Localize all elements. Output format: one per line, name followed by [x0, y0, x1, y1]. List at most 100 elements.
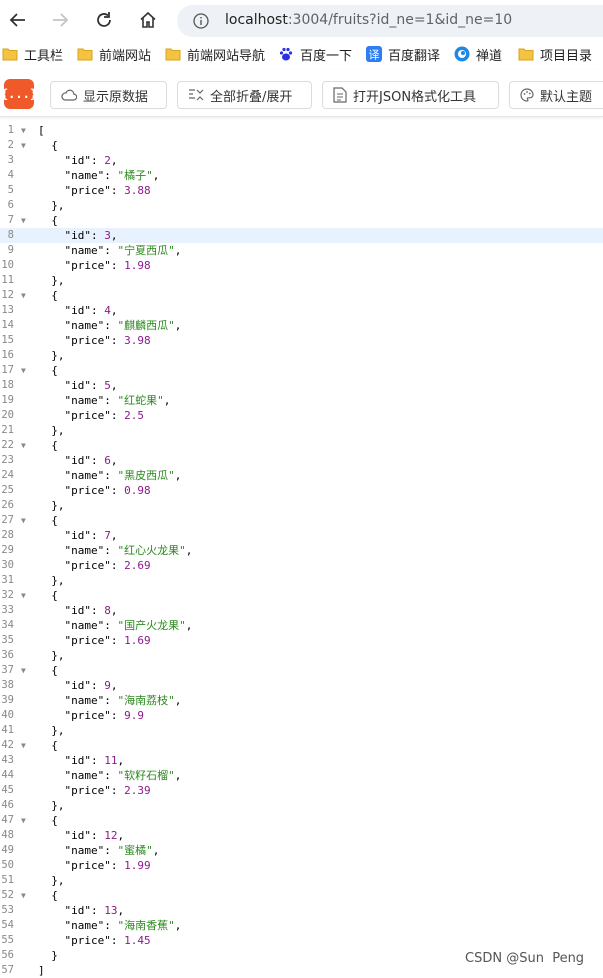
code-line[interactable]: 15 "price": 3.98: [0, 333, 603, 348]
code-line[interactable]: 51 },: [0, 873, 603, 888]
bookmark-frontend-sites[interactable]: 前端网站: [77, 44, 151, 64]
fold-toggle-icon[interactable]: ▼: [21, 288, 26, 303]
code-line[interactable]: 50 "price": 1.99: [0, 858, 603, 873]
code-line[interactable]: 13 "id": 4,: [0, 303, 603, 318]
fold-toggle-icon[interactable]: ▼: [21, 813, 26, 828]
code-line[interactable]: 10 "price": 1.98: [0, 258, 603, 273]
json-key: "name": [38, 394, 105, 407]
code-line[interactable]: 24 "name": "黑皮西瓜",: [0, 468, 603, 483]
bookmark-baidu[interactable]: 百度一下: [278, 44, 352, 64]
fold-toggle-icon[interactable]: ▼: [21, 738, 26, 753]
code-line[interactable]: 8 "id": 3,: [0, 228, 603, 243]
code-line[interactable]: 14 "name": "麒麟西瓜",: [0, 318, 603, 333]
code-line[interactable]: 7 ▼ {: [0, 213, 603, 228]
bookmark-toolbar[interactable]: 工具栏: [2, 44, 63, 64]
code-line[interactable]: 35 "price": 1.69: [0, 633, 603, 648]
code-text: {: [38, 813, 58, 828]
code-line[interactable]: 28 "id": 7,: [0, 528, 603, 543]
code-line[interactable]: 20 "price": 2.5: [0, 408, 603, 423]
code-line[interactable]: 55 "price": 1.45: [0, 933, 603, 948]
code-text: "name": "红蛇果",: [38, 393, 170, 408]
json-punct: ,: [110, 154, 118, 167]
back-button[interactable]: [4, 6, 32, 34]
fold-toggle-icon[interactable]: ▼: [21, 138, 26, 153]
code-line[interactable]: 26 },: [0, 498, 603, 513]
fold-toggle-icon[interactable]: ▼: [21, 513, 26, 528]
code-line[interactable]: 25 "price": 0.98: [0, 483, 603, 498]
fold-toggle-icon[interactable]: ▼: [21, 363, 26, 378]
code-line[interactable]: 40 "price": 9.9: [0, 708, 603, 723]
fold-toggle-icon[interactable]: ▼: [21, 888, 26, 903]
code-line[interactable]: 47 ▼ {: [0, 813, 603, 828]
code-line[interactable]: 42 ▼ {: [0, 738, 603, 753]
code-line[interactable]: 19 "name": "红蛇果",: [0, 393, 603, 408]
code-line[interactable]: 37 ▼ {: [0, 663, 603, 678]
fold-toggle-icon[interactable]: ▼: [21, 123, 26, 138]
code-line[interactable]: 5 "price": 3.88: [0, 183, 603, 198]
code-line[interactable]: 1 ▼ [: [0, 123, 603, 138]
open-json-formatter-button[interactable]: 打开JSON格式化工具: [322, 81, 499, 109]
fold-toggle-icon[interactable]: ▼: [21, 213, 26, 228]
home-button[interactable]: [134, 6, 162, 34]
theme-select-button[interactable]: 默认主题: [509, 81, 603, 109]
fold-toggle-icon[interactable]: ▼: [21, 663, 26, 678]
code-line[interactable]: 17 ▼ {: [0, 363, 603, 378]
code-line[interactable]: 44 "name": "软籽石榴",: [0, 768, 603, 783]
code-line[interactable]: 3 "id": 2,: [0, 153, 603, 168]
code-line[interactable]: 6 },: [0, 198, 603, 213]
code-line[interactable]: 49 "name": "蜜橘",: [0, 843, 603, 858]
line-number: 9: [7, 244, 14, 256]
code-line[interactable]: 53 "id": 13,: [0, 903, 603, 918]
code-line[interactable]: 21 },: [0, 423, 603, 438]
bookmark-frontend-nav[interactable]: 前端网站导航: [165, 44, 265, 64]
forward-button[interactable]: [46, 6, 74, 34]
json-punct: },: [38, 274, 65, 287]
code-line[interactable]: 16 },: [0, 348, 603, 363]
code-line[interactable]: 39 "name": "海南荔枝",: [0, 693, 603, 708]
bookmark-label: 项目目录: [540, 48, 593, 64]
json-number-value: 3.88: [124, 184, 151, 197]
line-number: 2: [7, 139, 14, 151]
translate-icon: 译: [366, 46, 382, 62]
info-icon[interactable]: [193, 13, 209, 29]
code-line[interactable]: 27 ▼ {: [0, 513, 603, 528]
address-bar[interactable]: localhost:3004/fruits?id_ne=1&id_ne=10: [177, 5, 603, 37]
url-text[interactable]: localhost:3004/fruits?id_ne=1&id_ne=10: [225, 12, 512, 28]
code-line[interactable]: 23 "id": 6,: [0, 453, 603, 468]
theme-select-label: 默认主题: [540, 89, 593, 105]
code-text: "id": 4,: [38, 303, 117, 318]
code-line[interactable]: 29 "name": "红心火龙果",: [0, 543, 603, 558]
code-line[interactable]: 2 ▼ {: [0, 138, 603, 153]
code-line[interactable]: 18 "id": 5,: [0, 378, 603, 393]
code-line[interactable]: 45 "price": 2.39: [0, 783, 603, 798]
fold-toggle-icon[interactable]: ▼: [21, 588, 26, 603]
code-line[interactable]: 12 ▼ {: [0, 288, 603, 303]
show-raw-data-button[interactable]: 显示原数据: [50, 81, 167, 109]
code-line[interactable]: 30 "price": 2.69: [0, 558, 603, 573]
fold-expand-all-button[interactable]: 全部折叠/展开: [177, 81, 312, 109]
code-line[interactable]: 36 },: [0, 648, 603, 663]
bookmark-baidu-translate[interactable]: 译 百度翻译: [366, 44, 440, 64]
code-line[interactable]: 34 "name": "国产火龙果",: [0, 618, 603, 633]
code-line[interactable]: 46 },: [0, 798, 603, 813]
fold-toggle-icon[interactable]: ▼: [21, 438, 26, 453]
line-number: 47: [1, 814, 14, 826]
json-handle-logo[interactable]: {...}: [1, 79, 37, 109]
bookmark-project-dir[interactable]: 项目目录: [518, 44, 592, 64]
code-line[interactable]: 48 "id": 12,: [0, 828, 603, 843]
json-code-view[interactable]: 1 ▼[2 ▼ {3 "id": 2, 4 "name": "橘子", 5 "price…: [0, 120, 603, 977]
code-line[interactable]: 38 "id": 9,: [0, 678, 603, 693]
code-line[interactable]: 32 ▼ {: [0, 588, 603, 603]
code-line[interactable]: 54 "name": "海南香蕉",: [0, 918, 603, 933]
code-line[interactable]: 43 "id": 11,: [0, 753, 603, 768]
code-line[interactable]: 41 },: [0, 723, 603, 738]
code-line[interactable]: 9 "name": "宁夏西瓜",: [0, 243, 603, 258]
code-line[interactable]: 33 "id": 8,: [0, 603, 603, 618]
code-line[interactable]: 52 ▼ {: [0, 888, 603, 903]
code-line[interactable]: 4 "name": "橘子",: [0, 168, 603, 183]
reload-button[interactable]: [90, 6, 118, 34]
code-line[interactable]: 22 ▼ {: [0, 438, 603, 453]
code-line[interactable]: 11 },: [0, 273, 603, 288]
bookmark-zentao[interactable]: 禅道: [454, 44, 502, 64]
code-line[interactable]: 31 },: [0, 573, 603, 588]
